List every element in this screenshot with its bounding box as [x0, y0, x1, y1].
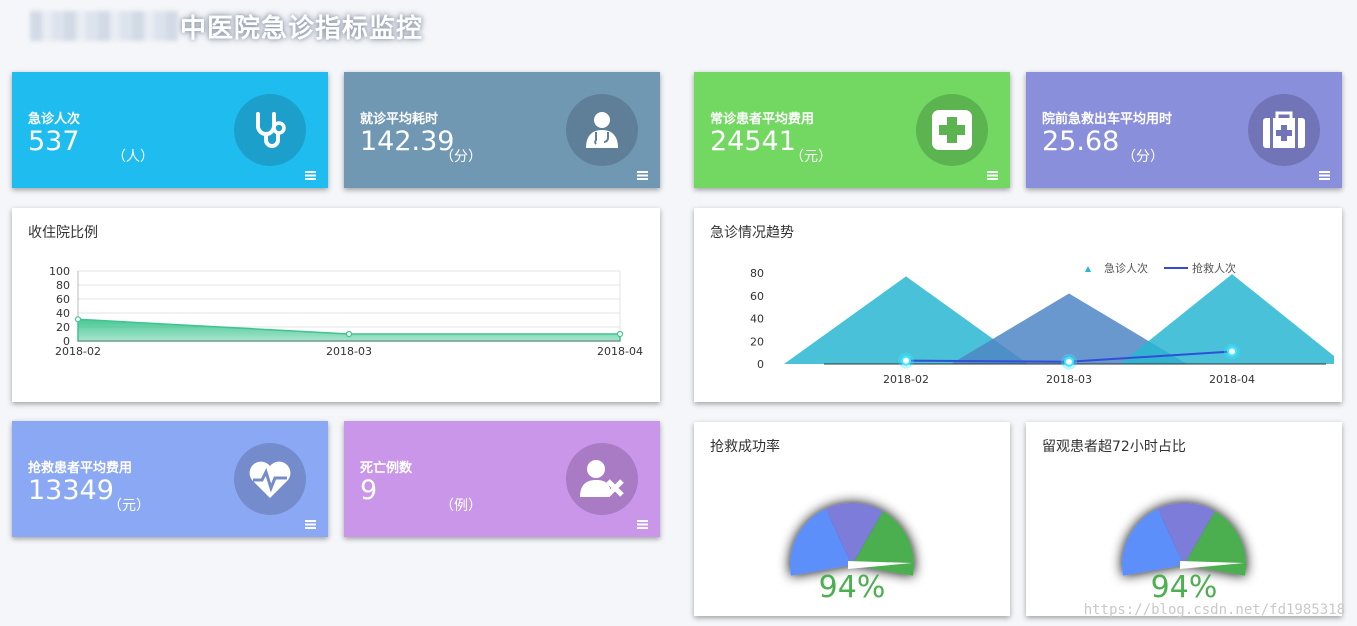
y-tick-label: 60	[56, 293, 70, 306]
y-tick-label: 60	[750, 290, 764, 303]
stethoscope-icon	[234, 94, 306, 166]
card-unit: （人）	[112, 149, 154, 165]
x-tick-label: 2018-04	[597, 345, 643, 358]
area-series	[77, 318, 621, 342]
doctor-icon	[566, 94, 638, 166]
gauge-value: 94%	[818, 570, 886, 605]
data-point	[74, 316, 82, 323]
observation-72h-panel: 留观患者超72小时占比 94%	[1026, 422, 1342, 616]
rescue-success-panel: 抢救成功率 94%	[694, 422, 1010, 616]
watermark: https://blog.csdn.net/fd1985318	[1083, 602, 1345, 618]
first-aid-kit-icon	[1248, 94, 1320, 166]
card-emergency-visits: 急诊人次 537 （人）	[12, 72, 328, 188]
y-tick-label: 80	[56, 279, 70, 292]
card-label: 死亡例数	[360, 461, 413, 476]
y-tick-label: 0	[757, 358, 764, 371]
emergency-trend-chart: 0 20 40 60 80 急诊人次 抢救人次 2018-02 2018-03 2018-04	[750, 261, 1334, 386]
blurred-title-prefix	[30, 11, 178, 41]
card-avg-visit-time: 就诊平均耗时 142.39 （分）	[344, 72, 660, 188]
data-point	[1064, 356, 1074, 367]
menu-icon[interactable]	[637, 520, 648, 529]
card-rescue-cost: 抢救患者平均费用 13349 （元）	[12, 421, 328, 537]
card-value: 537	[28, 126, 80, 157]
menu-icon[interactable]	[305, 520, 316, 529]
x-tick-label: 2018-03	[326, 345, 372, 358]
page-title-text: 中医院急诊指标监控	[180, 13, 424, 44]
card-label: 院前急救出车平均用时	[1042, 112, 1173, 127]
y-tick-label: 20	[56, 321, 70, 334]
triangle-series	[784, 274, 1334, 364]
legend-label: 急诊人次	[1104, 261, 1148, 275]
card-unit: （分）	[440, 149, 482, 165]
card-value: 24541	[710, 126, 796, 157]
card-unit: （元）	[790, 149, 832, 165]
legend-marker	[1085, 266, 1091, 272]
card-death-count: 死亡例数 9 （例）	[344, 421, 660, 537]
emergency-trend-panel: 急诊情况趋势 0 20 40 60 80 急诊人次 抢救人次 2018-02 2018-03 20…	[694, 208, 1342, 402]
y-tick-label: 40	[750, 313, 764, 326]
menu-icon[interactable]	[1319, 171, 1330, 180]
card-value: 25.68	[1042, 126, 1120, 157]
card-value: 9	[360, 475, 378, 506]
y-tick-label: 80	[750, 267, 764, 280]
card-unit: （例）	[440, 498, 482, 514]
card-label: 抢救患者平均费用	[28, 461, 133, 476]
menu-icon[interactable]	[305, 171, 316, 180]
card-label: 常诊患者平均费用	[710, 112, 815, 127]
y-tick-label: 20	[750, 335, 764, 348]
card-label: 就诊平均耗时	[360, 112, 439, 127]
x-tick-label: 2018-02	[55, 345, 101, 358]
heartbeat-icon	[234, 443, 306, 515]
card-unit: （元）	[108, 498, 150, 514]
data-point	[1227, 346, 1237, 357]
data-point	[345, 330, 353, 338]
card-ambulance-time: 院前急救出车平均用时 25.68 （分）	[1026, 72, 1342, 188]
user-remove-icon	[566, 443, 638, 515]
x-tick-label: 2018-02	[883, 373, 929, 386]
admission-ratio-panel: 收住院比例 0 20 40 60 80 100 2018-02 2018-03 2018-04	[12, 208, 660, 402]
admission-ratio-chart: 0204060801002018-02 2018-03 2018-04	[49, 265, 643, 358]
card-value: 13349	[28, 475, 114, 506]
x-tick-label: 2018-03	[1046, 373, 1092, 386]
legend-label: 抢救人次	[1192, 261, 1236, 275]
medical-cross-icon	[916, 94, 988, 166]
x-tick-label: 2018-04	[1209, 373, 1255, 386]
y-tick-label: 40	[56, 307, 70, 320]
y-tick-label: 100	[49, 265, 70, 278]
data-point	[616, 330, 624, 338]
card-avg-patient-cost: 常诊患者平均费用 24541 （元）	[694, 72, 1010, 188]
menu-icon[interactable]	[987, 171, 998, 180]
card-unit: （分）	[1122, 149, 1164, 165]
data-point	[901, 355, 911, 366]
gauge-value: 94%	[1150, 570, 1218, 605]
menu-icon[interactable]	[637, 171, 648, 180]
page-title: 中医院急诊指标监控	[30, 8, 423, 44]
card-label: 急诊人次	[28, 112, 81, 127]
